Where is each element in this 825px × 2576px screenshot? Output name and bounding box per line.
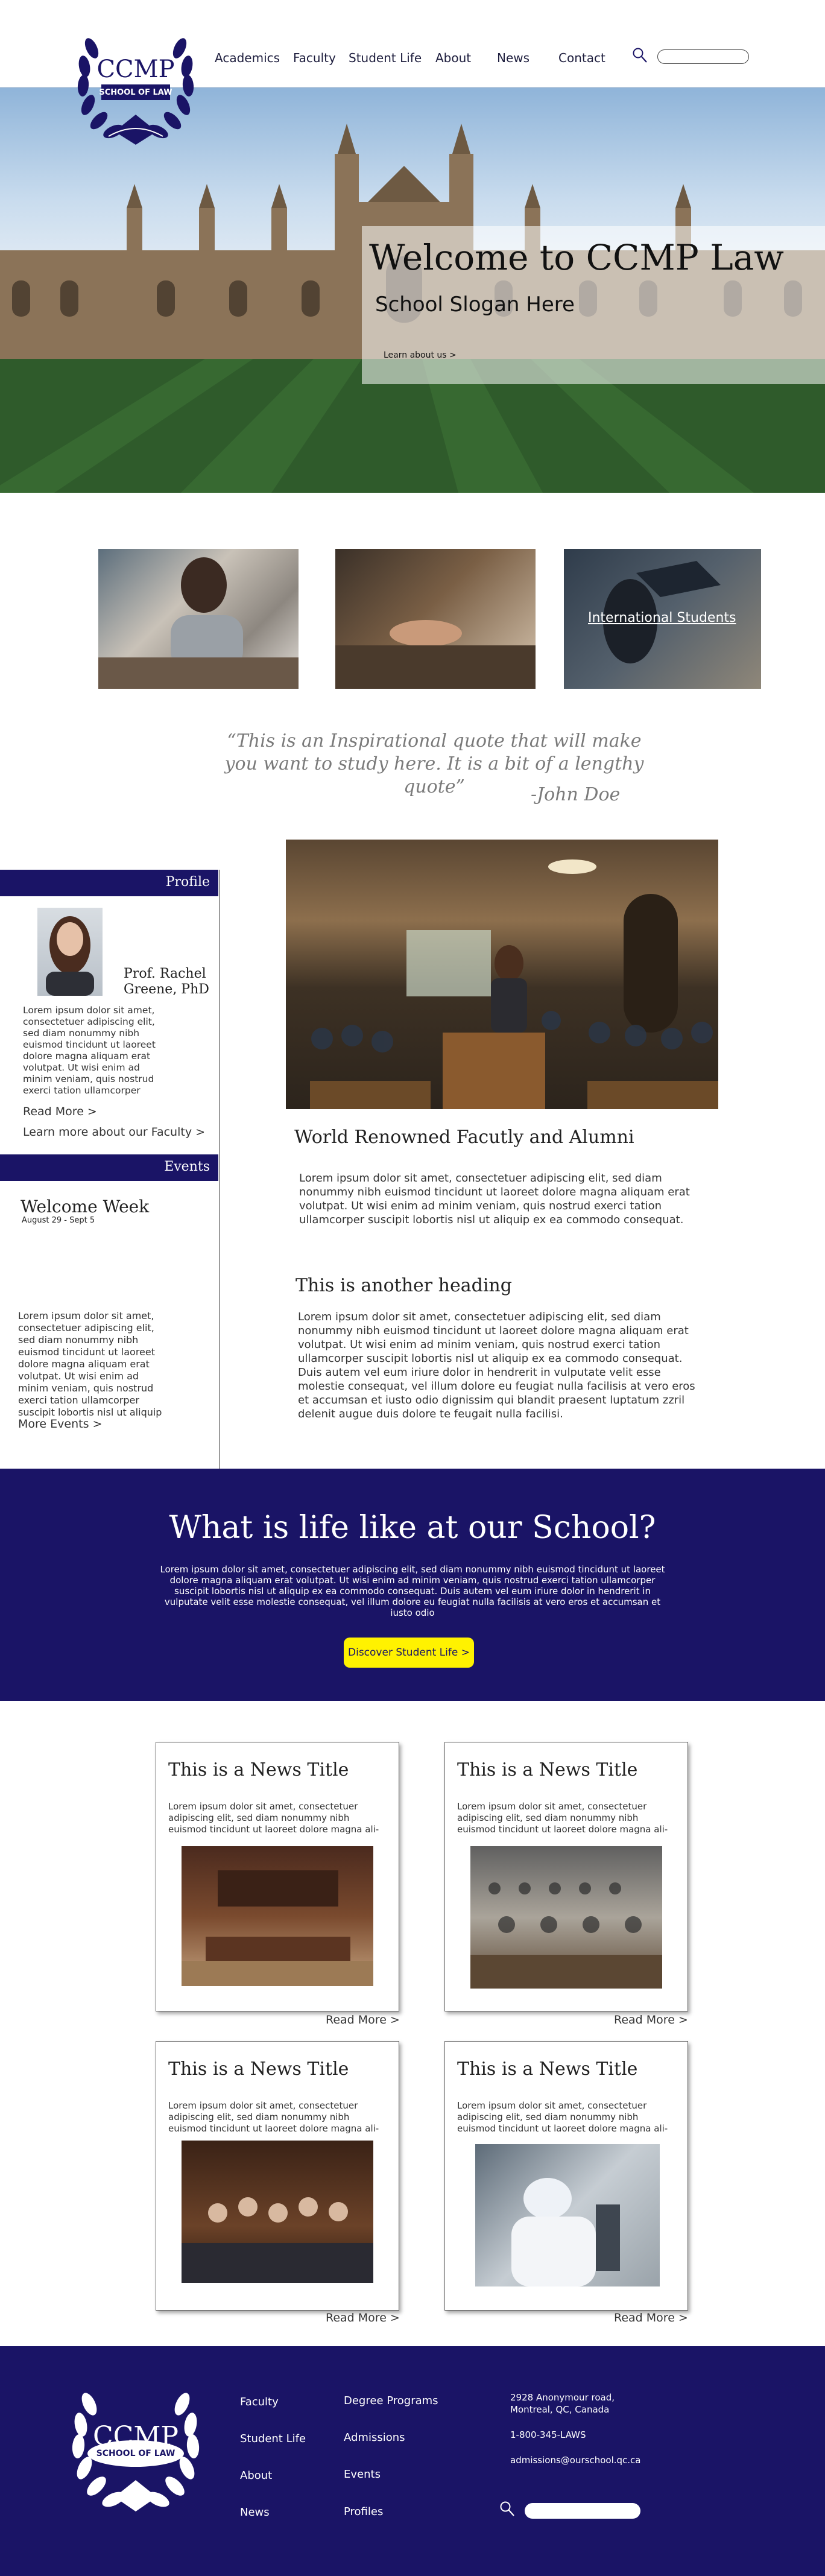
hero-slogan: School Slogan Here	[375, 293, 575, 317]
heading-faculty-alumni: World Renowned Facutly and Alumni	[294, 1127, 634, 1148]
events-header: Events	[0, 1154, 218, 1181]
courtroom-photo[interactable]	[182, 1846, 373, 1986]
faculty-alumni-text: Lorem ipsum dolor sit amet, consectetuer…	[299, 1172, 690, 1226]
nav-student-life[interactable]: Student Life	[349, 51, 422, 65]
student-studying-photo[interactable]	[98, 549, 299, 689]
address-line-2: Montreal, QC, Canada	[510, 2404, 610, 2415]
news-title[interactable]: This is a News Title	[168, 2059, 349, 2080]
quote-author: -John Doe	[531, 784, 621, 805]
news-card[interactable]: This is a News Title Lorem ipsum dolor s…	[156, 2041, 399, 2311]
news-read-more-link[interactable]: Read More >	[326, 2013, 400, 2027]
discover-student-life-button[interactable]: Discover Student Life >	[344, 1638, 474, 1668]
footer-logo[interactable]: CCMP SCHOOL OF LAW	[60, 2376, 211, 2527]
news-card[interactable]: This is a News Title Lorem ipsum dolor s…	[444, 2041, 688, 2311]
email-address[interactable]: admissions@ourschool.qc.ca	[510, 2455, 640, 2466]
international-students-card[interactable]: International Students	[564, 549, 761, 689]
life-text: Lorem ipsum dolor sit amet, consectetuer…	[160, 1564, 665, 1618]
footer-logo-subtitle: SCHOOL OF LAW	[96, 2449, 175, 2458]
search-icon[interactable]	[632, 47, 648, 64]
footer-search-icon[interactable]	[499, 2501, 515, 2517]
news-excerpt: Lorem ipsum dolor sit amet, consectetuer…	[168, 1801, 379, 1835]
profile-header: Profile	[0, 870, 218, 896]
event-dates: August 29 - Sept 5	[22, 1216, 95, 1225]
nav-faculty[interactable]: Faculty	[293, 51, 336, 65]
international-students-label[interactable]: International Students	[588, 610, 736, 625]
life-title: What is life like at our School?	[169, 1510, 656, 1546]
lecture-hall-photo[interactable]	[286, 840, 718, 1109]
school-logo[interactable]: CCMP SCHOOL OF LAW	[66, 24, 205, 154]
news-title[interactable]: This is a News Title	[457, 2059, 637, 2080]
footer-link-admissions[interactable]: Admissions	[344, 2431, 405, 2444]
search-input[interactable]	[657, 49, 749, 64]
lab-research-photo[interactable]	[475, 2144, 660, 2286]
nav-about[interactable]: About	[435, 51, 471, 65]
profile-read-more-link[interactable]: Read More >	[23, 1105, 97, 1118]
news-excerpt: Lorem ipsum dolor sit amet, consectetuer…	[168, 2100, 379, 2134]
news-read-more-link[interactable]: Read More >	[614, 2013, 688, 2027]
nav-academics[interactable]: Academics	[215, 51, 280, 65]
profile-text: Lorem ipsum dolor sit amet, consectetuer…	[23, 1005, 156, 1096]
footer-link-events[interactable]: Events	[344, 2468, 381, 2481]
news-read-more-link[interactable]: Read More >	[614, 2311, 688, 2324]
exam-hall-photo[interactable]	[470, 1846, 662, 1989]
site-footer: CCMP SCHOOL OF LAW Faculty Student Life …	[0, 2346, 825, 2576]
faculty-link[interactable]: Learn more about our Faculty >	[23, 1125, 205, 1139]
handshake-photo[interactable]	[335, 549, 536, 689]
nav-news[interactable]: News	[497, 51, 529, 65]
logo-wordmark: CCMP	[96, 55, 175, 83]
news-title[interactable]: This is a News Title	[168, 1759, 349, 1780]
footer-link-degree-programs[interactable]: Degree Programs	[344, 2394, 438, 2407]
news-title[interactable]: This is a News Title	[457, 1759, 637, 1780]
news-card[interactable]: This is a News Title Lorem ipsum dolor s…	[156, 1742, 399, 2011]
news-read-more-link[interactable]: Read More >	[326, 2311, 400, 2324]
news-excerpt: Lorem ipsum dolor sit amet, consectetuer…	[457, 2100, 668, 2134]
event-text: Lorem ipsum dolor sit amet, consectetuer…	[18, 1310, 162, 1418]
event-title: Welcome Week	[21, 1197, 150, 1217]
footer-link-about[interactable]: About	[240, 2469, 272, 2482]
footer-link-student-life[interactable]: Student Life	[240, 2432, 306, 2445]
footer-link-faculty[interactable]: Faculty	[240, 2396, 279, 2408]
jury-photo[interactable]	[182, 2141, 373, 2283]
footer-link-news[interactable]: News	[240, 2506, 270, 2519]
student-life-section: What is life like at our School? Lorem i…	[0, 1469, 825, 1701]
footer-logo-wordmark: CCMP	[93, 2421, 179, 2452]
more-events-link[interactable]: More Events >	[18, 1417, 102, 1431]
profile-name: Prof. Rachel Greene, PhD	[124, 966, 209, 997]
logo-subtitle: SCHOOL OF LAW	[99, 88, 172, 97]
nav-contact[interactable]: Contact	[558, 51, 605, 65]
hero-title: Welcome to CCMP Law	[369, 237, 784, 278]
news-excerpt: Lorem ipsum dolor sit amet, consectetuer…	[457, 1801, 668, 1835]
professor-photo[interactable]	[37, 908, 103, 996]
address-line-1: 2928 Anonymour road,	[510, 2392, 615, 2403]
heading-another: This is another heading	[296, 1275, 512, 1296]
footer-link-profiles[interactable]: Profiles	[344, 2505, 383, 2518]
news-card[interactable]: This is a News Title Lorem ipsum dolor s…	[444, 1742, 688, 2011]
footer-search-input[interactable]	[525, 2503, 640, 2519]
learn-about-us-link[interactable]: Learn about us >	[384, 350, 457, 360]
another-heading-text: Lorem ipsum dolor sit amet, consectetuer…	[298, 1311, 695, 1420]
phone-number: 1-800-345-LAWS	[510, 2429, 586, 2440]
